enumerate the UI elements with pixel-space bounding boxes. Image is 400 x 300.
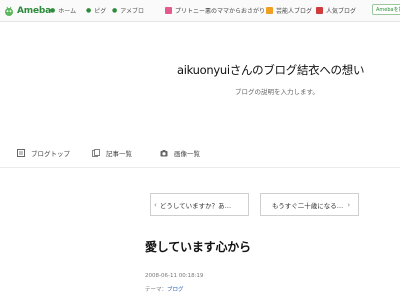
- top-bar: Ameba ● ホーム ● ピグ ● アメブロ プリトニー悪のママからおさがり …: [0, 0, 400, 22]
- chevron-left-icon: ‹: [154, 200, 157, 209]
- subnav-image-list[interactable]: 画像一覧: [160, 148, 200, 158]
- blog-description: ブログの説明を入力します。: [235, 88, 319, 96]
- subnav-image-list-label: 画像一覧: [174, 150, 200, 158]
- prev-entry-label: どうしていますか？あ…: [159, 201, 232, 210]
- nav-pigg[interactable]: ● ピグ: [86, 3, 106, 17]
- chevron-right-icon: ›: [347, 200, 351, 209]
- blog-top-icon: [17, 149, 25, 157]
- nav-ameblo[interactable]: ● アメブロ: [112, 3, 144, 17]
- subnav-article-list[interactable]: 記事一覧: [92, 148, 132, 158]
- ameba-logo[interactable]: Ameba: [3, 4, 51, 17]
- promo-icon: [316, 6, 323, 14]
- entry-theme: テーマ：ブログ: [145, 285, 184, 293]
- entry-theme-link[interactable]: ブログ: [167, 287, 184, 293]
- prev-entry-button[interactable]: ‹ どうしていますか？あ…: [150, 193, 249, 216]
- subnav-article-list-label: 記事一覧: [106, 150, 132, 158]
- article-list-icon: [92, 149, 100, 157]
- blog-title[interactable]: aikuonyuiさんのブログ結衣への想い: [177, 62, 364, 78]
- next-entry-button[interactable]: もうすぐ二十歳になる… ›: [260, 193, 359, 216]
- next-entry-label: もうすぐ二十歳になる…: [272, 201, 344, 210]
- entry-date: 2008-06-11 00:18:19: [145, 273, 204, 279]
- nav-home[interactable]: ● ホーム: [50, 3, 76, 17]
- promo-icon: [165, 6, 172, 14]
- promo-label: プリトニー悪のママからおさがり: [175, 7, 266, 15]
- subnav-blog-top-label: ブログトップ: [31, 150, 70, 158]
- camera-icon: [160, 150, 168, 157]
- promo-link-3[interactable]: 人気ブログ: [316, 3, 356, 17]
- promo-label: 芸能人ブログ: [276, 7, 313, 15]
- ameba-logo-icon: [3, 5, 15, 17]
- nav-pigg-label: ピグ: [94, 7, 107, 15]
- sub-navigation: ブログトップ 記事一覧 画像一覧: [0, 143, 400, 168]
- promo-link-2[interactable]: 芸能人ブログ: [266, 3, 312, 17]
- nav-ameblo-label: アメブロ: [120, 7, 144, 15]
- bullet-icon: ●: [86, 6, 92, 14]
- bullet-icon: ●: [50, 6, 56, 14]
- promo-icon: [266, 6, 273, 14]
- promo-link-1[interactable]: プリトニー悪のママからおさがり: [165, 3, 265, 17]
- entry-theme-prefix: テーマ：: [145, 287, 168, 293]
- subnav-blog-top[interactable]: ブログトップ: [17, 148, 70, 158]
- entry-title[interactable]: 愛しています心から: [145, 238, 251, 255]
- logo-text: Ameba: [17, 5, 51, 16]
- start-ameba-button[interactable]: Amebaを始めよう: [372, 4, 400, 15]
- bullet-icon: ●: [112, 6, 118, 14]
- nav-home-label: ホーム: [58, 7, 77, 15]
- promo-label: 人気ブログ: [326, 7, 357, 15]
